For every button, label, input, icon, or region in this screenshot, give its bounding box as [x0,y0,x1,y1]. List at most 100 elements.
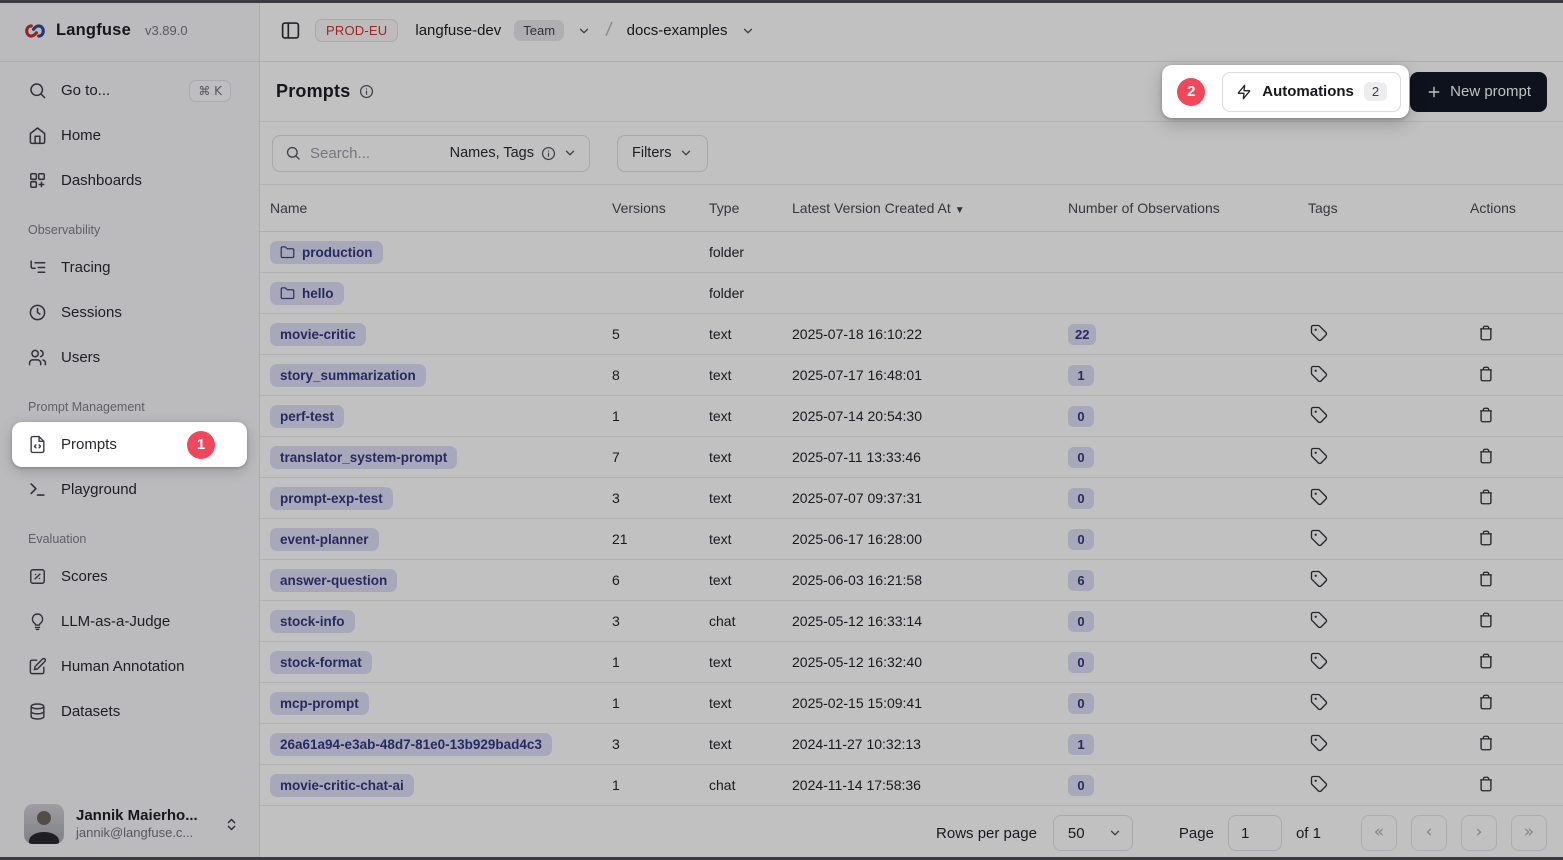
automations-button[interactable]: Automations 2 [1222,72,1401,112]
sidebar-item-label: Prompts [61,436,117,453]
sidebar-item-goto[interactable]: Go to... ⌘ K [12,68,247,113]
tag-icon[interactable] [1310,447,1328,465]
table-row[interactable]: hellofolder [260,273,1563,314]
table-row[interactable]: translator_system-prompt7text2025-07-11 … [260,437,1563,478]
search-input[interactable]: Search... Names, Tags [272,135,590,172]
sidebar-item-datasets[interactable]: Datasets [12,689,247,734]
delete-prompt-button[interactable] [1477,652,1495,670]
prompt-name-badge[interactable]: event-planner [270,528,379,551]
type-cell: text [709,736,792,752]
tag-icon[interactable] [1310,406,1328,424]
panel-left-icon[interactable] [278,19,302,43]
table-row[interactable]: productionfolder [260,232,1563,273]
toolbar: Search... Names, Tags Filters [260,122,1563,185]
delete-prompt-button[interactable] [1477,365,1495,383]
prompt-name-badge[interactable]: story_summarization [270,364,426,387]
delete-prompt-button[interactable] [1477,611,1495,629]
previous-page-button[interactable]: ‹ [1411,815,1447,851]
prompt-name-badge[interactable]: mcp-prompt [270,692,369,715]
folder-name-badge[interactable]: production [270,241,383,264]
prompt-name-badge[interactable]: movie-critic [270,323,366,346]
search-scope-select[interactable]: Names, Tags [450,145,577,161]
delete-prompt-button[interactable] [1477,734,1495,752]
tag-icon[interactable] [1310,570,1328,588]
table-row[interactable]: event-planner21text2025-06-17 16:28:000 [260,519,1563,560]
delete-prompt-button[interactable] [1477,529,1495,547]
column-header-created[interactable]: Latest Version Created At▼ [792,200,1068,216]
sidebar-item-users[interactable]: Users [12,335,247,380]
chevron-down-icon[interactable] [577,24,591,38]
sidebar-item-playground[interactable]: Playground [12,467,247,512]
prompt-name-badge[interactable]: perf-test [270,405,344,428]
tag-icon[interactable] [1310,365,1328,383]
column-header-tags[interactable]: Tags [1308,200,1470,216]
sidebar-item-human-annotation[interactable]: Human Annotation [12,644,247,689]
prompt-name-badge[interactable]: 26a61a94-e3ab-48d7-81e0-13b929bad4c3 [270,733,552,756]
sidebar-item-llm-as-a-judge[interactable]: LLM-as-a-Judge [12,599,247,644]
prompt-name-badge[interactable]: stock-info [270,610,355,633]
chevron-down-icon[interactable] [741,24,755,38]
prompt-name-badge[interactable]: translator_system-prompt [270,446,457,469]
sidebar-item-prompts[interactable]: Prompts1 [12,422,247,467]
tag-icon[interactable] [1310,611,1328,629]
new-prompt-button[interactable]: New prompt [1410,72,1547,112]
delete-prompt-button[interactable] [1477,447,1495,465]
delete-prompt-button[interactable] [1477,324,1495,342]
table-row[interactable]: prompt-exp-test3text2025-07-07 09:37:310 [260,478,1563,519]
observations-count-badge: 0 [1068,406,1094,427]
prompt-name-badge[interactable]: answer-question [270,569,397,592]
table-row[interactable]: stock-format1text2025-05-12 16:32:400 [260,642,1563,683]
table-row[interactable]: perf-test1text2025-07-14 20:54:300 [260,396,1563,437]
page-title: Prompts [276,81,350,102]
tag-icon[interactable] [1310,693,1328,711]
actions-cell [1470,406,1563,427]
last-page-button[interactable]: » [1511,815,1547,851]
sidebar-item-scores[interactable]: Scores [12,554,247,599]
column-header-type[interactable]: Type [709,200,792,216]
column-header-observations[interactable]: Number of Observations [1068,200,1308,216]
first-page-button[interactable]: « [1361,815,1397,851]
sidebar-item-sessions[interactable]: Sessions [12,290,247,335]
prompt-name-badge[interactable]: movie-critic-chat-ai [270,774,414,797]
column-header-versions[interactable]: Versions [612,200,709,216]
delete-prompt-button[interactable] [1477,775,1495,793]
avatar [24,804,64,844]
org-name[interactable]: langfuse-dev [415,22,501,39]
filters-button[interactable]: Filters [617,135,708,172]
sidebar-items-container: HomeDashboardsObservabilityTracingSessio… [0,113,259,734]
chevrons-up-down-icon[interactable] [224,817,239,832]
sidebar-item-dashboards[interactable]: Dashboards [12,158,247,203]
delete-prompt-button[interactable] [1477,406,1495,424]
delete-prompt-button[interactable] [1477,488,1495,506]
rows-per-page-select[interactable]: 50 [1053,815,1133,851]
prompt-name: movie-critic-chat-ai [280,778,404,793]
prompt-name: event-planner [280,532,369,547]
table-row[interactable]: stock-info3chat2025-05-12 16:33:140 [260,601,1563,642]
project-name[interactable]: docs-examples [627,22,728,39]
table-row[interactable]: movie-critic-chat-ai1chat2024-11-14 17:5… [260,765,1563,806]
user-card[interactable]: Jannik Maierho... jannik@langfuse.c... [0,792,259,860]
table-row[interactable]: answer-question6text2025-06-03 16:21:586 [260,560,1563,601]
created-at-cell: 2025-07-18 16:10:22 [792,326,1068,342]
info-icon[interactable] [359,84,374,99]
column-header-name[interactable]: Name [270,200,612,216]
prompt-name-badge[interactable]: prompt-exp-test [270,487,393,510]
tag-icon[interactable] [1310,734,1328,752]
folder-name-badge[interactable]: hello [270,282,344,305]
sidebar-item-home[interactable]: Home [12,113,247,158]
delete-prompt-button[interactable] [1477,570,1495,588]
table-row[interactable]: story_summarization8text2025-07-17 16:48… [260,355,1563,396]
table-row[interactable]: 26a61a94-e3ab-48d7-81e0-13b929bad4c33tex… [260,724,1563,765]
tag-icon[interactable] [1310,775,1328,793]
table-row[interactable]: movie-critic5text2025-07-18 16:10:2222 [260,314,1563,355]
table-row[interactable]: mcp-prompt1text2025-02-15 15:09:410 [260,683,1563,724]
tag-icon[interactable] [1310,488,1328,506]
sidebar-item-tracing[interactable]: Tracing [12,245,247,290]
next-page-button[interactable]: › [1461,815,1497,851]
delete-prompt-button[interactable] [1477,693,1495,711]
tag-icon[interactable] [1310,529,1328,547]
page-number-input[interactable] [1228,815,1282,851]
tag-icon[interactable] [1310,324,1328,342]
prompt-name-badge[interactable]: stock-format [270,651,372,674]
tag-icon[interactable] [1310,652,1328,670]
